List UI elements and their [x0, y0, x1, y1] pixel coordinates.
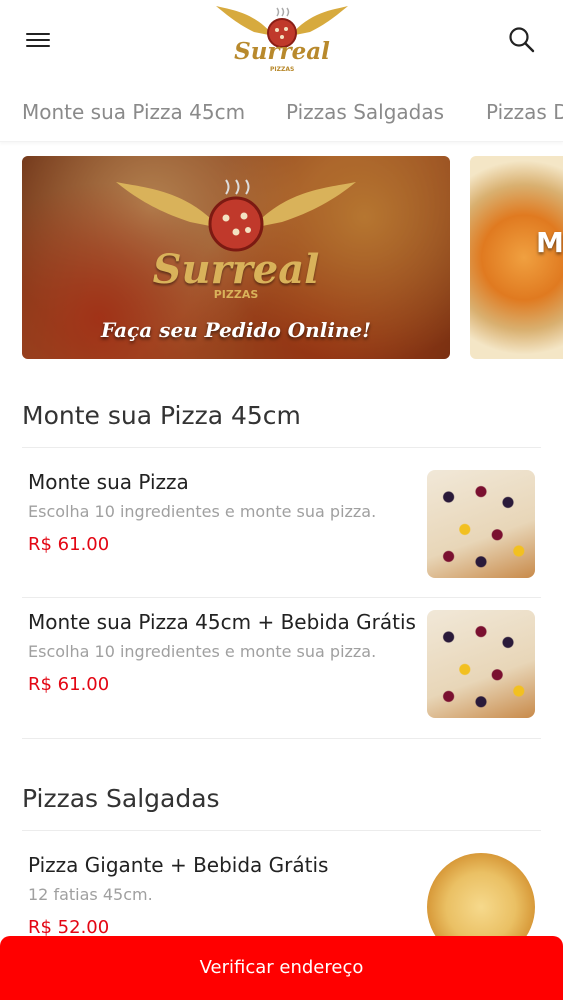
hamburger-menu-icon[interactable] — [26, 30, 52, 50]
tab-monte-sua-pizza[interactable]: Monte sua Pizza 45cm — [22, 100, 245, 124]
banner-logo-name: Surreal — [152, 246, 320, 293]
item-description: Escolha 10 ingredientes e monte sua pizz… — [28, 502, 377, 521]
section-divider — [22, 447, 541, 448]
item-image — [427, 610, 535, 718]
promo-banner[interactable]: Surreal PIZZAS Faça seu Pedido Online! — [22, 156, 450, 359]
item-divider — [22, 597, 541, 598]
item-divider — [22, 738, 541, 739]
item-price: R$ 61.00 — [28, 534, 110, 555]
item-name: Monte sua Pizza 45cm + Bebida Grátis — [28, 610, 416, 634]
item-price: R$ 52.00 — [28, 917, 110, 938]
tab-pizzas-salgadas[interactable]: Pizzas Salgadas — [286, 100, 444, 124]
section-title-pizzas-salgadas: Pizzas Salgadas — [22, 784, 220, 813]
banner-partial-text: M — [536, 226, 563, 259]
app-header: Surreal PIZZAS — [0, 0, 563, 82]
section-divider — [22, 830, 541, 831]
item-name: Monte sua Pizza — [28, 470, 189, 494]
section-title-monte-sua-pizza: Monte sua Pizza 45cm — [22, 401, 301, 430]
banner-logo-subtitle: PIZZAS — [213, 288, 259, 301]
item-description: Escolha 10 ingredientes e monte sua pizz… — [28, 642, 377, 661]
verify-address-label: Verificar endereço — [199, 957, 364, 978]
item-description: 12 fatias 45cm. — [28, 885, 153, 904]
banner-caption: Faça seu Pedido Online! — [101, 318, 371, 342]
item-price: R$ 61.00 — [28, 674, 110, 695]
search-icon[interactable] — [508, 26, 536, 54]
item-name: Pizza Gigante + Bebida Grátis — [28, 853, 329, 877]
category-tabs: Monte sua Pizza 45cm Pizzas Salgadas Piz… — [0, 86, 563, 142]
verify-address-button[interactable]: Verificar endereço — [0, 936, 563, 1000]
menu-item-monte-sua-pizza-bebida[interactable]: Monte sua Pizza 45cm + Bebida Grátis Esc… — [22, 610, 541, 720]
item-image — [427, 470, 535, 578]
banner-logo-emblem — [116, 179, 356, 252]
logo-name: Surreal — [234, 38, 330, 65]
menu-item-monte-sua-pizza[interactable]: Monte sua Pizza Escolha 10 ingredientes … — [22, 470, 541, 580]
promo-banner-next[interactable]: M — [470, 156, 563, 359]
surreal-pizzas-logo[interactable]: Surreal PIZZAS — [214, 2, 350, 76]
logo-subtitle: PIZZAS — [270, 66, 295, 73]
tab-pizzas-doces[interactable]: Pizzas D — [486, 100, 563, 124]
